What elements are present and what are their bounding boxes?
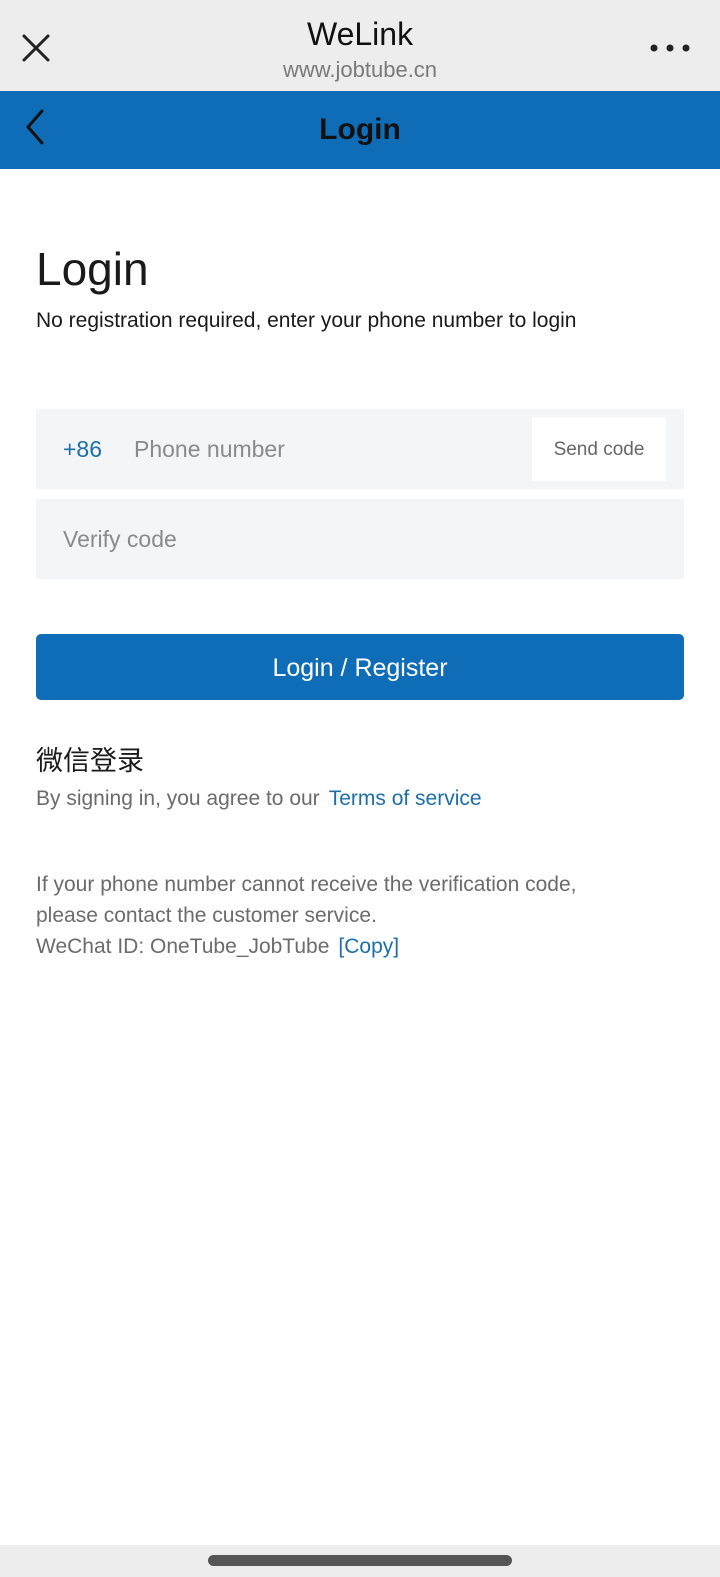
phone-field: +86 Send code bbox=[36, 409, 684, 489]
agree-text: By signing in, you agree to our bbox=[36, 787, 320, 810]
terms-agreement: By signing in, you agree to our Terms of … bbox=[36, 784, 482, 814]
copy-link[interactable]: [Copy] bbox=[338, 935, 399, 958]
browser-toolbar: WeLink www.jobtube.cn bbox=[0, 0, 720, 91]
system-bottom-bar bbox=[0, 1545, 720, 1577]
wechat-login-link[interactable]: 微信登录 bbox=[36, 744, 144, 780]
page-header: Login bbox=[0, 91, 720, 169]
home-indicator[interactable] bbox=[208, 1555, 512, 1566]
browser-title: WeLink bbox=[306, 16, 414, 52]
verify-code-field bbox=[36, 499, 684, 579]
wechat-id-text: WeChat ID: OneTube_JobTube bbox=[36, 935, 330, 958]
phone-input[interactable] bbox=[134, 425, 514, 473]
help-line-2: please contact the customer service. bbox=[36, 904, 377, 927]
send-code-button[interactable]: Send code bbox=[532, 417, 666, 481]
help-text: If your phone number cannot receive the … bbox=[36, 869, 676, 962]
more-dots-icon[interactable] bbox=[646, 30, 694, 66]
page-subtitle: No registration required, enter your pho… bbox=[36, 309, 577, 332]
wechat-id-line: WeChat ID: OneTube_JobTube [Copy] bbox=[36, 931, 676, 962]
header-title: Login bbox=[319, 113, 401, 146]
help-line-1: If your phone number cannot receive the … bbox=[36, 873, 577, 896]
login-register-button[interactable]: Login / Register bbox=[36, 634, 684, 700]
country-code-selector[interactable]: +86 bbox=[63, 433, 102, 465]
verify-code-input[interactable] bbox=[63, 515, 663, 563]
browser-url: www.jobtube.cn bbox=[282, 57, 438, 82]
page-title: Login bbox=[36, 243, 149, 295]
terms-of-service-link[interactable]: Terms of service bbox=[329, 787, 482, 810]
